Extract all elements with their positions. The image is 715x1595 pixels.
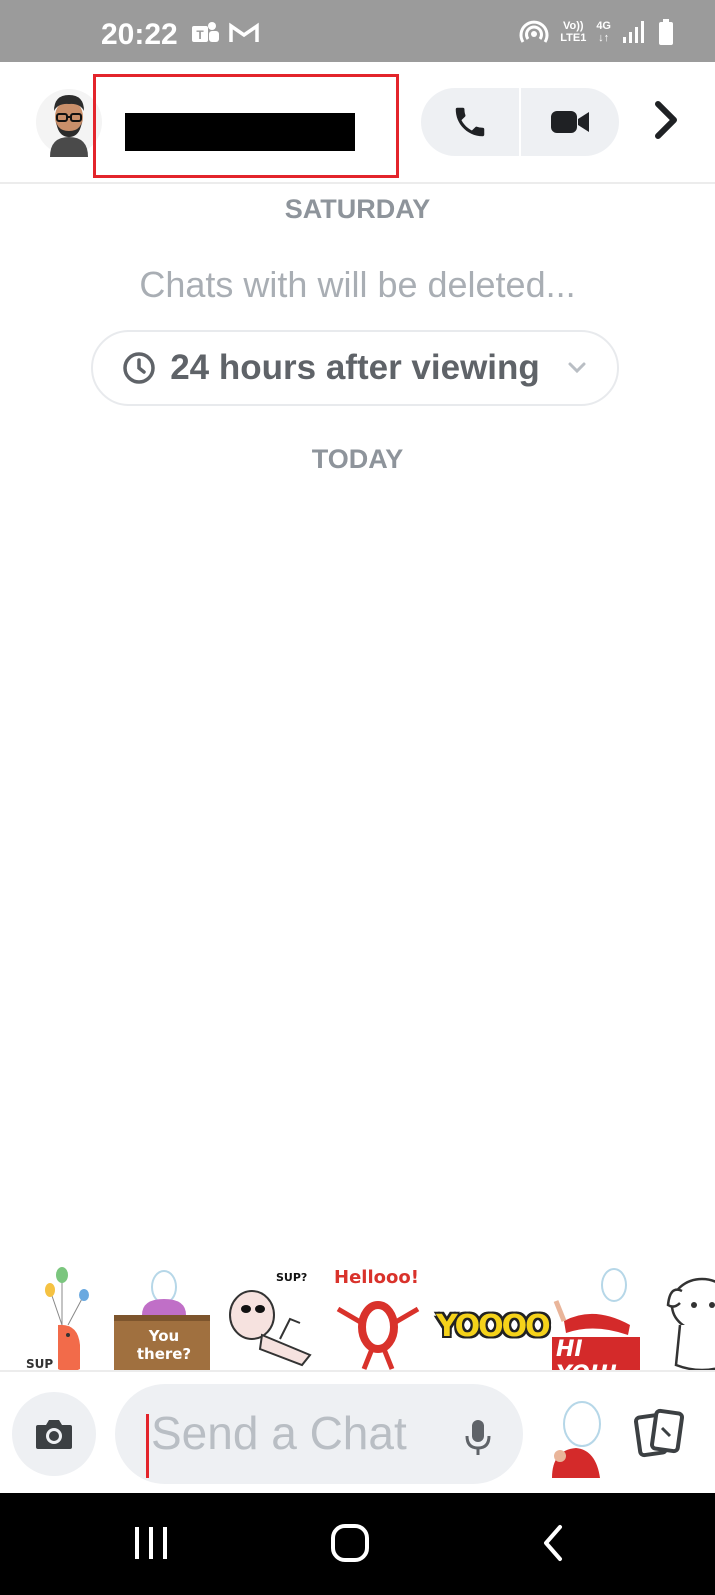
mic-icon[interactable]	[463, 1418, 493, 1461]
camera-icon	[36, 1420, 72, 1449]
chevron-down-icon	[568, 362, 586, 374]
cards-icon[interactable]	[632, 1406, 688, 1467]
contact-name-redacted	[125, 113, 355, 151]
signal-icon	[621, 19, 647, 45]
chevron-right-icon[interactable]	[652, 100, 680, 145]
sticker-suggestions: SUP You there? SUP? Hellooo! YOOOO HI YO…	[0, 1255, 715, 1375]
sticker-you-there[interactable]: You there?	[112, 1265, 210, 1375]
teams-icon: T	[190, 20, 220, 46]
chat-input-placeholder: Send a Chat	[151, 1407, 407, 1459]
sticker-hellooo-text: Hellooo!	[334, 1267, 419, 1288]
chat-input-bar: Send a Chat	[0, 1370, 715, 1494]
sticker-hi-you[interactable]: HI YOU!	[544, 1265, 640, 1375]
sticker-yoooo[interactable]: YOOOO	[436, 1265, 551, 1375]
bitmoji-icon[interactable]	[546, 1390, 606, 1480]
sticker-you-there-text: You there?	[136, 1327, 192, 1363]
chat-timer-selector[interactable]: 24 hours after viewing	[91, 330, 619, 406]
chat-header	[0, 62, 715, 184]
call-actions	[421, 88, 619, 156]
network-4g: 4G ↓↑	[596, 20, 611, 44]
battery-icon	[657, 18, 675, 46]
hotspot-icon	[518, 18, 550, 46]
voice-call-button[interactable]	[421, 88, 519, 156]
phone-icon	[455, 107, 485, 137]
chat-input[interactable]: Send a Chat	[115, 1384, 523, 1484]
delete-note: Chats with will be deleted...	[139, 264, 576, 305]
sticker-yoooo-text: YOOOO	[436, 1309, 551, 1344]
camera-button[interactable]	[12, 1392, 96, 1476]
recents-icon[interactable]	[133, 1523, 169, 1568]
home-icon[interactable]	[330, 1523, 370, 1568]
day-label-saturday: SATURDAY	[284, 194, 431, 224]
status-bar: 20:22 T Vo)) LTE1 4G ↓↑	[0, 0, 715, 62]
sticker-sup-cat[interactable]: SUP	[22, 1265, 100, 1375]
sticker-hellooo[interactable]: Hellooo!	[328, 1265, 424, 1375]
system-nav-bar	[0, 1493, 715, 1595]
status-time: 20:22	[101, 18, 178, 51]
text-cursor	[146, 1414, 149, 1478]
gmail-icon	[228, 20, 260, 46]
sticker-dog[interactable]	[652, 1265, 715, 1375]
video-call-button[interactable]	[521, 88, 619, 156]
day-label-today: TODAY	[311, 444, 404, 474]
contact-name-highlight[interactable]	[93, 74, 399, 178]
video-camera-icon	[551, 111, 589, 133]
network-volte: Vo)) LTE1	[560, 20, 587, 44]
timer-option-label: 24 hours after viewing	[170, 348, 540, 387]
sticker-sup-text: SUP	[26, 1357, 54, 1371]
sticker-sup-lounging-text: SUP?	[276, 1271, 308, 1284]
sticker-sup-lounging[interactable]: SUP?	[220, 1265, 316, 1375]
back-icon[interactable]	[540, 1523, 566, 1568]
clock-icon	[123, 352, 155, 384]
svg-text:T: T	[196, 28, 204, 42]
